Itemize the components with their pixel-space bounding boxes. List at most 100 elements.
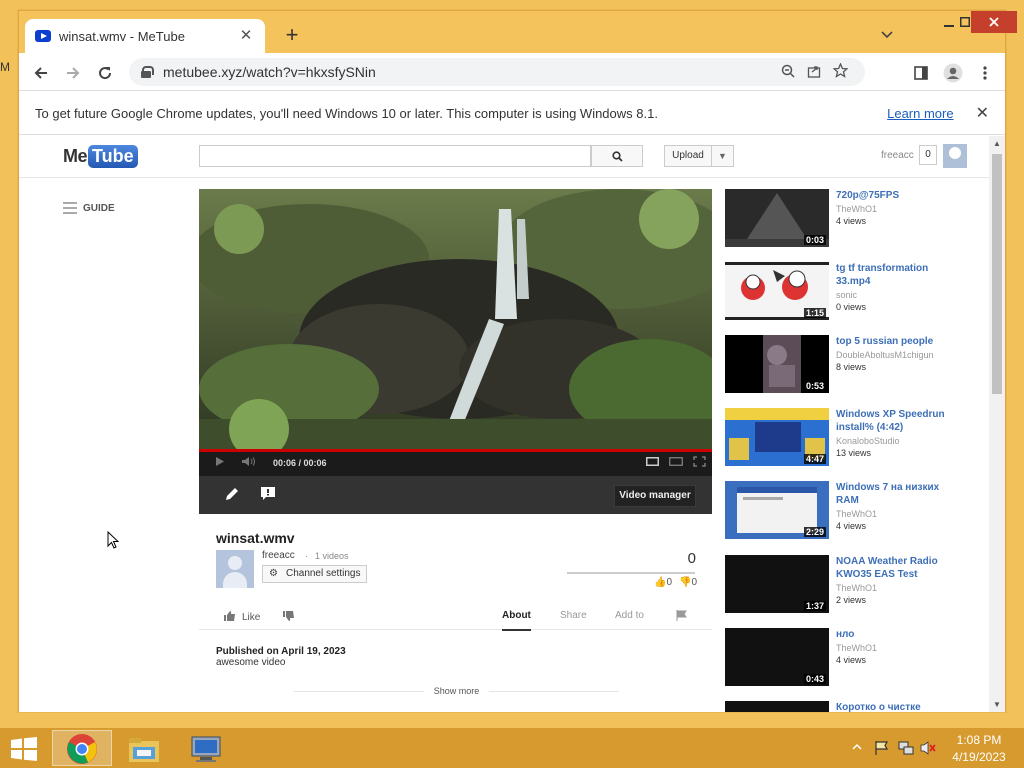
- video-manager-button[interactable]: Video manager: [614, 485, 696, 507]
- separator-dot: ·: [305, 551, 308, 561]
- tray-overflow-chevron-icon[interactable]: [852, 741, 862, 753]
- dislike-button[interactable]: [282, 610, 295, 625]
- scroll-thumb[interactable]: [992, 154, 1002, 394]
- browser-tab[interactable]: winsat.wmv - MeTube ✕: [25, 19, 265, 53]
- share-icon[interactable]: [801, 64, 827, 81]
- volume-icon[interactable]: [241, 456, 257, 469]
- related-thumbnail[interactable]: 1:15: [725, 262, 829, 320]
- related-video-item[interactable]: 2:29 Windows 7 на низких RAM TheWhO1 4 v…: [725, 481, 975, 541]
- metube-page: Me Tube Upload ▼ freeacc 0 GUIDE 00:06 /…: [19, 136, 989, 712]
- username[interactable]: freeacc: [881, 150, 914, 161]
- fullscreen-icon[interactable]: [693, 456, 706, 469]
- related-thumbnail[interactable]: 0:43: [725, 628, 829, 686]
- kebab-menu-icon[interactable]: [973, 61, 997, 85]
- volume-muted-icon[interactable]: [920, 740, 936, 759]
- related-thumbnail[interactable]: 0:03: [725, 189, 829, 247]
- url-text[interactable]: metubee.xyz/watch?v=hkxsfySNin: [163, 64, 775, 80]
- zoom-icon[interactable]: [775, 64, 801, 81]
- taskbar-remote-desktop-icon[interactable]: [176, 730, 236, 766]
- hamburger-icon: [63, 202, 77, 214]
- clock-time[interactable]: 1:08 PM: [944, 733, 1014, 747]
- action-center-flag-icon[interactable]: [874, 740, 890, 759]
- tab-share[interactable]: Share: [560, 610, 587, 621]
- browser-toolbar: metubee.xyz/watch?v=hkxsfySNin: [19, 53, 1005, 91]
- related-title[interactable]: tg tf transformation 33.mp4: [836, 262, 956, 288]
- annotations-icon[interactable]: [260, 486, 276, 505]
- related-video-item[interactable]: 4:47 Windows XP Speedrun install% (4:42)…: [725, 408, 975, 468]
- progress-bar[interactable]: [199, 449, 712, 452]
- related-title[interactable]: 720p@75FPS: [836, 189, 956, 202]
- related-title[interactable]: нло: [836, 628, 956, 641]
- scroll-up-icon[interactable]: ▲: [993, 139, 1001, 148]
- video-player[interactable]: 00:06 / 00:06: [199, 189, 712, 476]
- channel-name[interactable]: freeacc: [262, 550, 295, 561]
- info-bar-close-icon[interactable]: ✕: [976, 103, 989, 123]
- related-video-item[interactable]: 0:43 нло TheWhO1 4 views: [725, 628, 975, 688]
- bookmark-star-icon[interactable]: [827, 62, 853, 81]
- channel-avatar[interactable]: [216, 550, 254, 588]
- guide-button[interactable]: GUIDE: [63, 202, 115, 214]
- upload-button[interactable]: Upload: [664, 145, 712, 167]
- related-thumbnail[interactable]: 4:47: [725, 408, 829, 466]
- flag-icon[interactable]: [676, 610, 687, 624]
- tab-search-chevron-icon[interactable]: [877, 25, 897, 45]
- related-thumbnail[interactable]: 1:37: [725, 555, 829, 613]
- upload-dropdown-icon[interactable]: ▼: [712, 145, 734, 167]
- play-icon[interactable]: [215, 456, 227, 469]
- forward-arrow-icon[interactable]: [61, 61, 85, 85]
- user-avatar[interactable]: [943, 144, 967, 168]
- network-icon[interactable]: [898, 740, 914, 759]
- related-channel: DoubleAboltusM1chigun: [836, 350, 934, 360]
- taskbar: 1:08 PM 4/19/2023: [0, 728, 1024, 768]
- gear-icon: ⚙: [269, 568, 278, 579]
- channel-settings-button[interactable]: ⚙ Channel settings: [262, 565, 368, 583]
- related-video-item[interactable]: Коротко о чистке: [725, 701, 975, 712]
- address-bar[interactable]: metubee.xyz/watch?v=hkxsfySNin: [129, 58, 865, 86]
- related-video-item[interactable]: 1:15 tg tf transformation 33.mp4 sonic 0…: [725, 262, 975, 322]
- related-thumbnail[interactable]: 0:53: [725, 335, 829, 393]
- channel-video-count: 1 videos: [315, 551, 349, 561]
- related-video-item[interactable]: 0:53 top 5 russian people DoubleAboltusM…: [725, 335, 975, 395]
- learn-more-link[interactable]: Learn more: [887, 106, 953, 121]
- tab-close-icon[interactable]: ✕: [237, 27, 255, 45]
- related-video-item[interactable]: 1:37 NOAA Weather Radio KWO35 EAS Test T…: [725, 555, 975, 615]
- side-panel-icon[interactable]: [909, 61, 933, 85]
- show-more-button[interactable]: Show more: [294, 684, 619, 698]
- clock-date[interactable]: 4/19/2023: [944, 750, 1014, 764]
- taskbar-chrome-icon[interactable]: [52, 730, 112, 766]
- theater-mode-icon[interactable]: [669, 457, 683, 468]
- miniplayer-icon[interactable]: [646, 457, 659, 468]
- related-title[interactable]: NOAA Weather Radio KWO35 EAS Test: [836, 555, 956, 581]
- video-frame-waterfall[interactable]: [199, 189, 712, 449]
- related-title[interactable]: Коротко о чистке: [836, 701, 956, 712]
- related-title[interactable]: top 5 russian people: [836, 335, 956, 348]
- notification-count[interactable]: 0: [919, 145, 937, 165]
- related-title[interactable]: Windows XP Speedrun install% (4:42): [836, 408, 956, 434]
- video-info-panel: winsat.wmv freeacc · 1 videos ⚙ Channel …: [199, 514, 712, 712]
- metube-logo[interactable]: Me Tube: [63, 144, 138, 168]
- profile-avatar-icon[interactable]: [941, 61, 965, 85]
- page-scrollbar[interactable]: ▲ ▼: [989, 136, 1005, 712]
- taskbar-file-explorer-icon[interactable]: [114, 730, 174, 766]
- related-title[interactable]: Windows 7 на низких RAM: [836, 481, 956, 507]
- back-arrow-icon[interactable]: [29, 61, 53, 85]
- related-thumbnail[interactable]: [725, 701, 829, 712]
- related-video-item[interactable]: 0:03 720p@75FPS TheWhO1 4 views: [725, 189, 975, 249]
- player-controls: 00:06 / 00:06: [199, 449, 712, 476]
- like-button[interactable]: Like: [223, 610, 260, 625]
- tab-add-to[interactable]: Add to: [615, 610, 644, 621]
- logo-tube: Tube: [88, 144, 138, 168]
- search-button[interactable]: [591, 145, 643, 167]
- lock-icon[interactable]: [141, 66, 154, 78]
- tab-about[interactable]: About: [502, 610, 531, 631]
- edit-pencil-icon[interactable]: [224, 486, 240, 505]
- window-close-button[interactable]: [971, 11, 1017, 33]
- search-input[interactable]: [199, 145, 591, 167]
- scroll-down-icon[interactable]: ▼: [993, 700, 1001, 709]
- related-thumbnail[interactable]: 2:29: [725, 481, 829, 539]
- video-tabs-row: Like About Share Add to: [199, 602, 712, 631]
- time-display: 00:06 / 00:06: [273, 457, 327, 468]
- reload-icon[interactable]: [93, 61, 117, 85]
- new-tab-button[interactable]: +: [279, 23, 305, 49]
- windows-start-icon[interactable]: [10, 737, 38, 761]
